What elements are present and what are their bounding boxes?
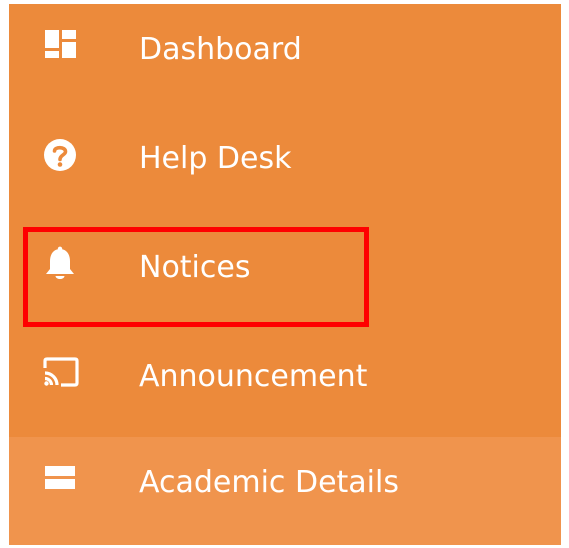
sidebar-item-academic-details[interactable]: Academic Details xyxy=(9,437,561,545)
sidebar-item-help-desk[interactable]: Help Desk xyxy=(9,113,561,221)
sidebar-item-label: Notices xyxy=(139,250,251,285)
sidebar-item-label: Academic Details xyxy=(139,465,399,500)
sidebar-item-label: Announcement xyxy=(139,359,368,394)
sidebar-item-announcement[interactable]: Announcement xyxy=(9,331,561,439)
sidebar-menu: Dashboard Help Desk Notices Announcement xyxy=(9,4,561,545)
sidebar-item-notices[interactable]: Notices xyxy=(9,222,561,330)
sidebar-item-label: Dashboard xyxy=(139,32,302,67)
help-circle-icon xyxy=(44,139,76,171)
dashboard-icon xyxy=(45,30,76,58)
sidebar-item-dashboard[interactable]: Dashboard xyxy=(9,4,561,112)
cast-icon xyxy=(43,357,79,387)
credit-card-icon xyxy=(45,466,75,489)
bell-icon xyxy=(46,246,74,279)
sidebar-item-label: Help Desk xyxy=(139,141,292,176)
